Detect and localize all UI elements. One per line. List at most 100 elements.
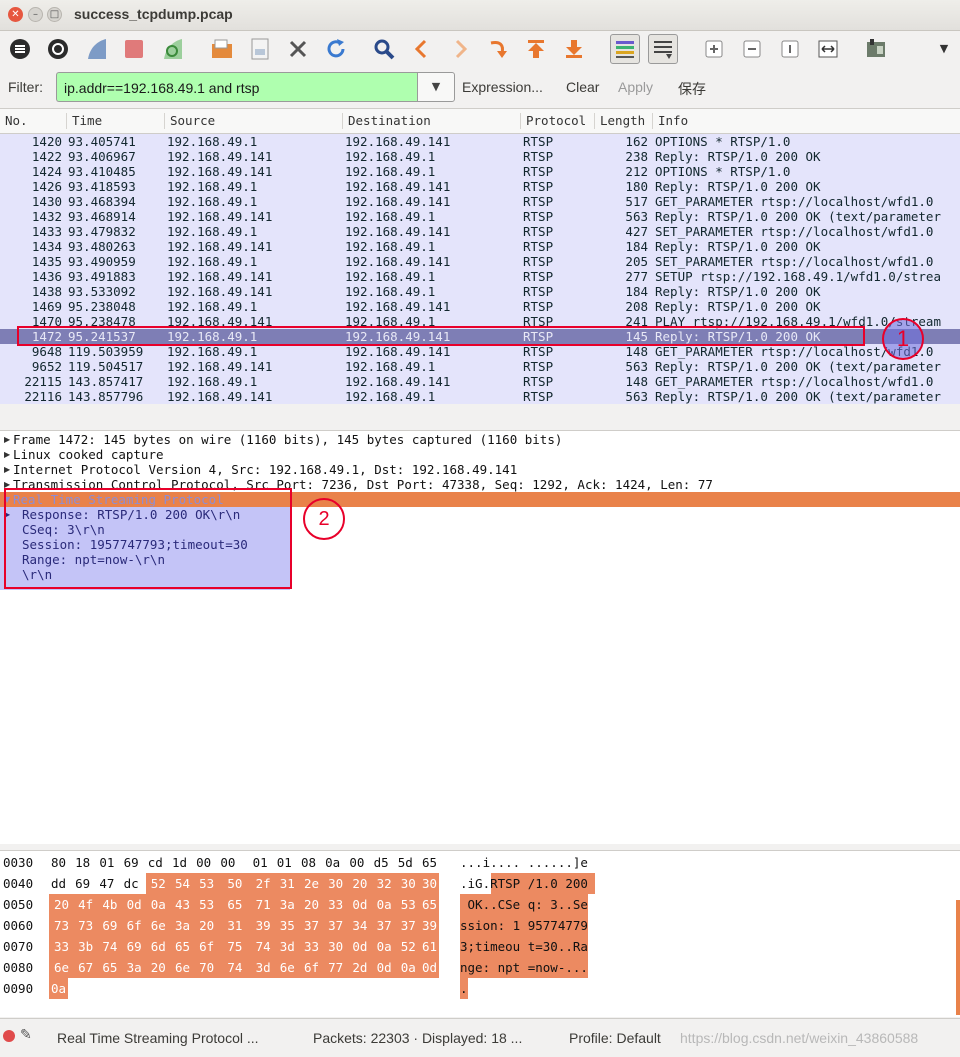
close-file-icon[interactable] [286, 37, 310, 61]
hex-byte[interactable]: 0d [420, 957, 439, 978]
hex-byte[interactable]: 32 [371, 873, 397, 894]
hex-byte[interactable]: 0d [347, 936, 373, 957]
hex-byte[interactable]: 70 [194, 957, 220, 978]
hex-byte[interactable]: 0d [121, 894, 147, 915]
hex-byte[interactable]: 31 [218, 915, 252, 936]
column-source[interactable]: Source [164, 113, 215, 129]
collapsed-arrow-icon[interactable]: ▶ [4, 447, 10, 462]
packet-row[interactable]: 22115 143.857417 192.168.49.1 192.168.49.14… [0, 374, 960, 389]
hex-byte[interactable]: 00 [347, 852, 366, 873]
resize-columns-icon[interactable] [816, 37, 840, 61]
collapsed-arrow-icon[interactable]: ▶ [4, 432, 10, 447]
hex-ascii[interactable]: .iG.RTSP /1.0 200 [460, 873, 595, 894]
hex-ascii[interactable]: 3;timeou t=30..Ra [460, 936, 588, 957]
detail-tree-item[interactable]: ▶ Frame 1472: 145 bytes on wire (1160 bit… [0, 432, 960, 447]
column-protocol[interactable]: Protocol [520, 113, 586, 129]
reload-icon[interactable] [324, 37, 348, 61]
start-capture-icon[interactable] [84, 37, 108, 61]
hex-byte[interactable]: 4b [97, 894, 123, 915]
hex-byte[interactable]: 00 [194, 852, 213, 873]
expression-button[interactable]: Expression... [462, 79, 543, 95]
expert-info-icon[interactable] [3, 1030, 15, 1042]
open-file-icon[interactable] [210, 37, 234, 61]
hex-byte[interactable]: 35 [274, 915, 300, 936]
hex-byte[interactable]: 30 [420, 873, 439, 894]
window-close-button[interactable]: ✕ [8, 7, 23, 22]
hex-byte[interactable]: 3a [170, 915, 195, 936]
hex-byte[interactable]: 0d [347, 894, 373, 915]
back-icon[interactable] [410, 37, 434, 61]
packet-row[interactable]: 1422 93.406967 192.168.49.141 192.168.49.1 R… [0, 149, 960, 164]
hex-ascii[interactable]: ssion: 1 95774779 [460, 915, 588, 936]
packet-row[interactable]: 1435 93.490959 192.168.49.1 192.168.49.141 R… [0, 254, 960, 269]
filter-dropdown-button[interactable]: ▼ [417, 72, 455, 102]
hex-byte[interactable]: 50 [218, 873, 252, 894]
hex-byte[interactable]: 33 [323, 894, 349, 915]
hex-byte[interactable]: 34 [347, 915, 373, 936]
packet-row[interactable]: 22116 143.857796 192.168.49.141 192.168.49.… [0, 389, 960, 404]
packet-row[interactable]: 1469 95.238048 192.168.49.1 192.168.49.141 R… [0, 299, 960, 314]
column-no[interactable]: No. [0, 113, 28, 129]
status-profile[interactable]: Profile: Default [569, 1030, 661, 1046]
packet-row[interactable]: 1424 93.410485 192.168.49.141 192.168.49.1 R… [0, 164, 960, 179]
detail-tree-item[interactable]: ▶ Internet Protocol Version 4, Src: 192.1… [0, 462, 960, 477]
hex-byte[interactable]: 01 [275, 852, 294, 873]
packet-bytes-pane[interactable]: 0030 80 18 01 69 cd 1d 00 00 01 01 08 0a 00 d5 5d 65 ...i… [0, 850, 960, 1017]
hex-byte[interactable]: 74 [250, 936, 276, 957]
column-destination[interactable]: Destination [342, 113, 431, 129]
goto-packet-icon[interactable] [486, 37, 510, 61]
hex-byte[interactable]: 69 [73, 873, 92, 894]
zoom-in-icon[interactable] [702, 37, 726, 61]
save-filter-button[interactable]: 保存 [678, 79, 706, 99]
edit-comment-icon[interactable]: ✎ [20, 1027, 32, 1043]
last-packet-icon[interactable] [562, 37, 586, 61]
autoscroll-icon[interactable] [648, 34, 678, 64]
more-icon[interactable]: ▼ [932, 37, 956, 61]
normal-size-icon[interactable] [778, 37, 802, 61]
hex-byte[interactable]: 52 [395, 936, 421, 957]
hex-byte[interactable]: 0a [49, 978, 68, 999]
hex-byte[interactable]: 20 [49, 894, 74, 915]
packet-row[interactable]: 1432 93.468914 192.168.49.141 192.168.49.1 R… [0, 209, 960, 224]
window-minimize-button[interactable]: – [28, 7, 43, 22]
hex-byte[interactable]: 39 [250, 915, 276, 936]
column-info[interactable]: Info [652, 113, 688, 129]
hex-ascii[interactable]: OK..CSe q: 3..Se [460, 894, 588, 915]
hex-byte[interactable]: 01 [97, 852, 116, 873]
hex-byte[interactable]: 01 [251, 852, 270, 873]
forward-icon[interactable] [448, 37, 472, 61]
hex-byte[interactable]: 0a [371, 894, 397, 915]
hex-byte[interactable]: 52 [145, 873, 171, 894]
packet-row[interactable]: 1426 93.418593 192.168.49.1 192.168.49.141 R… [0, 179, 960, 194]
column-length[interactable]: Length [594, 113, 645, 129]
restart-capture-icon[interactable] [160, 37, 184, 61]
hex-ascii[interactable]: . [460, 978, 468, 999]
hex-byte[interactable]: 65 [97, 957, 123, 978]
hex-byte[interactable]: 0d [371, 957, 397, 978]
hex-byte[interactable]: 65 [170, 936, 195, 957]
hex-byte[interactable]: 43 [170, 894, 195, 915]
hex-byte[interactable]: 30 [323, 936, 349, 957]
hex-byte[interactable]: 53 [395, 894, 421, 915]
colorize-icon[interactable] [610, 34, 640, 64]
collapsed-arrow-icon[interactable]: ▶ [4, 462, 10, 477]
hex-byte[interactable]: 80 [49, 852, 68, 873]
hex-byte[interactable]: 65 [218, 894, 252, 915]
hex-byte[interactable]: 00 [218, 852, 237, 873]
first-packet-icon[interactable] [524, 37, 548, 61]
hex-byte[interactable]: 20 [299, 894, 324, 915]
hex-byte[interactable]: 65 [420, 852, 439, 873]
hex-byte[interactable]: 73 [73, 915, 99, 936]
preferences-icon[interactable] [864, 37, 888, 61]
column-time[interactable]: Time [66, 113, 102, 129]
hex-byte[interactable]: 74 [97, 936, 123, 957]
hex-byte[interactable]: 53 [194, 894, 220, 915]
hex-byte[interactable]: 2f [250, 873, 276, 894]
hex-ascii[interactable]: nge: npt =now-... [460, 957, 588, 978]
save-file-icon[interactable] [248, 37, 272, 61]
hex-byte[interactable]: 30 [395, 873, 421, 894]
hex-byte[interactable]: 6e [145, 915, 171, 936]
packet-row[interactable]: 1438 93.533092 192.168.49.141 192.168.49.1 R… [0, 284, 960, 299]
packet-row[interactable]: 1434 93.480263 192.168.49.141 192.168.49.1 R… [0, 239, 960, 254]
apply-button[interactable]: Apply [618, 79, 653, 95]
